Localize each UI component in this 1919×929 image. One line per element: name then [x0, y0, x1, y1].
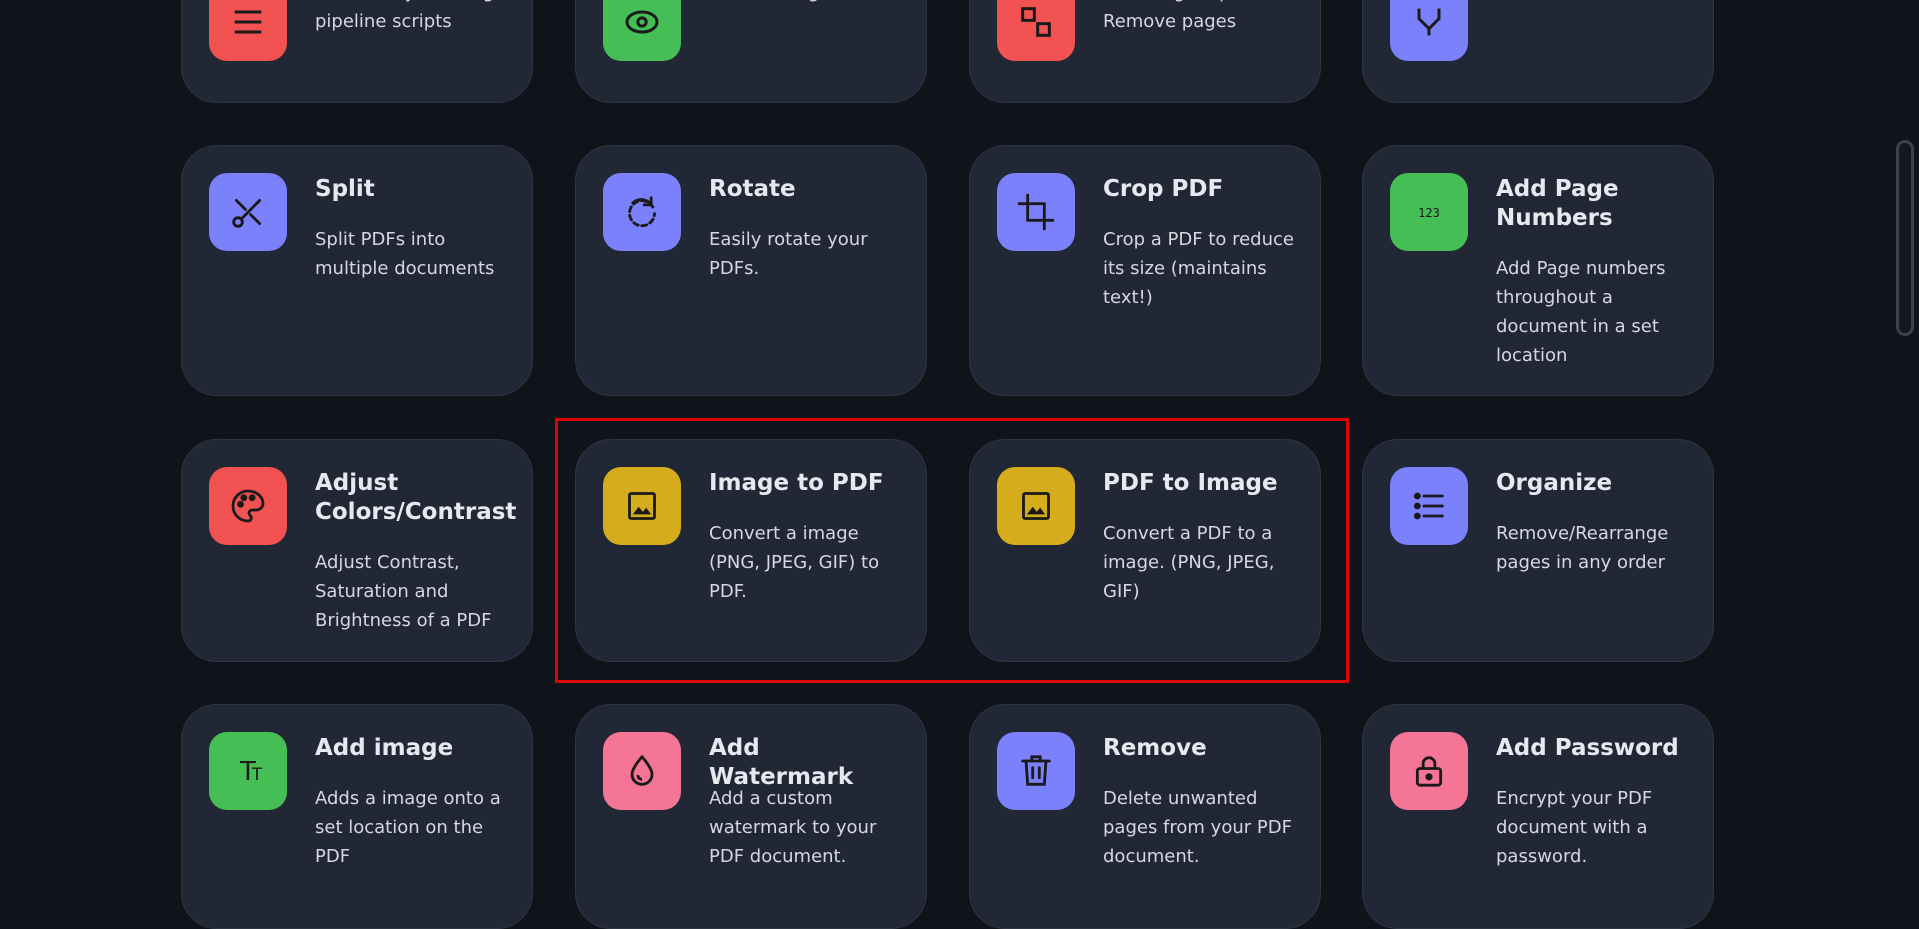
tool-description: Encrypt your PDF document with a passwor…: [1496, 788, 1653, 867]
scissors-icon: [209, 173, 287, 251]
scrollbar[interactable]: [1896, 140, 1914, 336]
list-icon: [1390, 467, 1468, 545]
tools-grid: Run multiple actions on PDFs by defining…: [181, 0, 1717, 929]
tool-title: Organize: [1496, 470, 1613, 496]
tool-title: Adjust Colors/Contrast: [315, 470, 517, 525]
tool-description: Add a custom watermark to your PDF docum…: [709, 788, 877, 867]
tool-description: Crop a PDF to reduce its size (maintains…: [1103, 229, 1294, 308]
tool-description: Easily rotate your PDFs.: [709, 229, 868, 279]
tool-title: Add Password: [1496, 735, 1679, 761]
tool-card[interactable]: 123 Add Page Numbers Add Page numbers thro…: [1362, 145, 1714, 396]
tool-card[interactable]: PDF to Image Convert a PDF to a image. (P…: [969, 439, 1321, 662]
droplet-icon: [603, 732, 681, 810]
tool-card[interactable]: Adjust Colors/Contrast Adjust Contrast, S…: [181, 439, 533, 662]
text-icon: TT: [209, 732, 287, 810]
tool-card[interactable]: Rotate Easily rotate your PDFs.: [575, 145, 927, 396]
tool-description: Merge, Rotate, Rearrange, Split, and Rem…: [1103, 0, 1293, 32]
tool-description: Convert a PDF to a image. (PNG, JPEG, GI…: [1103, 523, 1275, 602]
tool-description: View, annotate, add text or images: [709, 0, 910, 7]
image-icon: [603, 467, 681, 545]
tool-description: Adjust Contrast, Saturation and Brightne…: [315, 552, 492, 631]
numbers-icon: 123: [1390, 173, 1468, 251]
tool-card[interactable]: Add Watermark Add a custom watermark to y…: [575, 704, 927, 929]
merge-icon: [1390, 0, 1468, 61]
tool-title: Add Page Numbers: [1496, 176, 1619, 231]
tool-title: Image to PDF: [709, 470, 884, 496]
tool-title: Rotate: [709, 176, 796, 202]
tool-description: Delete unwanted pages from your PDF docu…: [1103, 788, 1292, 867]
trash-icon: [997, 732, 1075, 810]
tool-description: Remove/Rearrange pages in any order: [1496, 523, 1669, 573]
tool-card[interactable]: View, annotate, add text or images: [575, 0, 927, 103]
tool-description: Easily merge multiple PDFs into one.: [1496, 0, 1697, 7]
tool-title: Split: [315, 176, 375, 202]
multi-tool-icon: [997, 0, 1075, 61]
tool-card[interactable]: Remove Delete unwanted pages from your PD…: [969, 704, 1321, 929]
tool-card[interactable]: Merge, Rotate, Rearrange, Split, and Rem…: [969, 0, 1321, 103]
tool-description: Convert a image (PNG, JPEG, GIF) to PDF.: [709, 523, 880, 602]
tool-card[interactable]: Organize Remove/Rearrange pages in any or…: [1362, 439, 1714, 662]
tool-card[interactable]: T T Add image Adds a image onto a set locat…: [181, 704, 533, 929]
tool-card[interactable]: Crop PDF Crop a PDF to reduce its size (m…: [969, 145, 1321, 396]
tool-title: Crop PDF: [1103, 176, 1224, 202]
tool-description: Add Page numbers throughout a document i…: [1496, 258, 1666, 366]
tool-description: Split PDFs into multiple documents: [315, 229, 495, 279]
view-icon: [603, 0, 681, 61]
tool-card[interactable]: Split Split PDFs into multiple documents: [181, 145, 533, 396]
rotate-icon: [603, 173, 681, 251]
tool-title: Remove: [1103, 735, 1207, 761]
lock-icon: [1390, 732, 1468, 810]
tool-card[interactable]: Run multiple actions on PDFs by defining…: [181, 0, 533, 103]
tool-description: Run multiple actions on PDFs by defining…: [315, 0, 494, 32]
tool-title: PDF to Image: [1103, 470, 1278, 496]
crop-icon: [997, 173, 1075, 251]
image-icon: [997, 467, 1075, 545]
svg-text:T: T: [251, 765, 263, 785]
tool-card[interactable]: Easily merge multiple PDFs into one.: [1362, 0, 1714, 103]
tool-title: Add image: [315, 735, 454, 761]
tool-description: Adds a image onto a set location on the …: [315, 788, 501, 867]
tool-card[interactable]: Add Password Encrypt your PDF document wi…: [1362, 704, 1714, 929]
palette-icon: [209, 467, 287, 545]
tool-card[interactable]: Image to PDF Convert a image (PNG, JPEG, …: [575, 439, 927, 662]
pipeline-icon: [209, 0, 287, 61]
svg-text:123: 123: [1418, 206, 1440, 220]
